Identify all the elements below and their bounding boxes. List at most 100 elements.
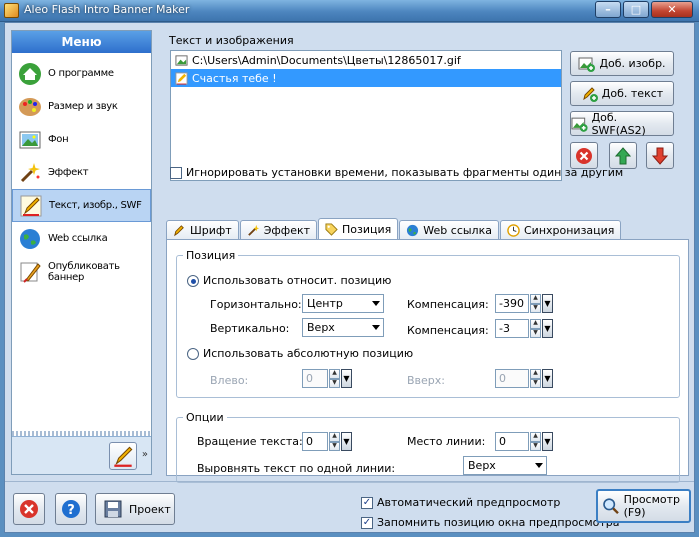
menu-item-web-link[interactable]: Web ссылка [12,222,151,255]
menu-item-label: Эффект [48,167,89,178]
rotation-input[interactable]: 0 [302,432,328,451]
relative-position-label: Использовать относит. позицию [203,274,392,287]
add-image-button[interactable]: Доб. изобр. [570,51,674,76]
spin-up-icon[interactable]: ▲ [530,319,541,329]
menu-item-publish[interactable]: Опубликовать баннер [12,255,151,288]
relative-position-radio[interactable] [187,275,199,287]
chevron-right-icon[interactable]: » [142,449,148,460]
line-place-spinner[interactable]: 0 ▲ ▼ ▼ [495,432,553,451]
v-compensation-spinner[interactable]: -3 ▲ ▼ ▼ [495,319,553,338]
h-compensation-label: Компенсация: [407,298,489,311]
v-compensation-label: Компенсация: [407,324,489,337]
top-spinner[interactable]: 0 ▲ ▼ ▼ [495,369,553,388]
checkbox-box[interactable] [170,166,182,179]
project-button[interactable]: Проект [95,493,175,525]
spin-dropdown-icon[interactable]: ▼ [341,432,352,451]
group-title: Позиция [183,249,239,262]
menu-item-background[interactable]: Фон [12,123,151,156]
help-button[interactable]: ? [55,493,87,525]
absolute-position-radio[interactable] [187,348,199,360]
line-place-label: Место линии: [407,435,486,448]
preview-button[interactable]: Просмотр (F9) [596,489,691,523]
menu-item-label: Фон [48,134,69,145]
add-swf-button[interactable]: Доб. SWF(AS2) [570,111,674,137]
align-select[interactable]: Верх [463,456,547,475]
spin-down-icon[interactable]: ▼ [530,303,541,313]
rotation-spinner[interactable]: 0 ▲ ▼ ▼ [302,432,352,451]
position-tab-page: Позиция Использовать относит. позицию Го… [166,239,689,483]
menu-item-about[interactable]: О программе [12,57,151,90]
tab-position[interactable]: Позиция [318,218,399,240]
main-window: Меню О программе Размер и звук Фон Эффек… [4,22,695,533]
pen-icon [20,195,42,216]
spin-up-icon[interactable]: ▲ [530,369,541,379]
help-icon: ? [62,500,80,518]
spin-up-icon[interactable]: ▲ [530,294,541,304]
h-compensation-input[interactable]: -390 [495,294,529,313]
checkbox-box[interactable]: ✓ [361,496,373,509]
add-text-button[interactable]: Доб. текст [570,81,674,106]
move-down-button[interactable] [646,142,674,169]
spin-up-icon[interactable]: ▲ [530,432,541,442]
spin-dropdown-icon[interactable]: ▼ [542,294,553,313]
h-compensation-spinner[interactable]: -390 ▲ ▼ ▼ [495,294,553,313]
title-bar: Aleo Flash Intro Banner Maker – □ ✕ [0,0,699,22]
image-icon [175,54,188,66]
group-title: Опции [183,411,227,424]
v-compensation-input[interactable]: -3 [495,319,529,338]
tab-sync[interactable]: Синхронизация [499,220,622,240]
spin-up-icon[interactable]: ▲ [329,369,340,379]
font-icon [174,225,184,237]
tab-web-link[interactable]: Web ссылка [399,220,499,240]
menu-item-effect[interactable]: Эффект [12,156,151,189]
list-item-label: C:\Users\Admin\Documents\Цветы\12865017.… [192,53,461,67]
list-item[interactable]: Счастья тебе ! [171,69,561,87]
ignore-time-checkbox[interactable]: Игнорировать установки времени, показыва… [170,166,623,179]
menu-item-size-sound[interactable]: Размер и звук [12,90,151,123]
app-icon [4,3,19,18]
brush-icon [20,262,41,283]
delete-item-button[interactable] [570,142,598,169]
tab-effect[interactable]: Эффект [239,220,318,240]
arrow-down-icon [652,147,668,165]
menu-item-label: О программе [48,68,114,79]
tag-icon [325,223,338,236]
spin-dropdown-icon[interactable]: ▼ [542,432,553,451]
spin-dropdown-icon[interactable]: ▼ [542,369,553,388]
menu-item-label: Опубликовать баннер [48,260,120,283]
spin-down-icon[interactable]: ▼ [530,328,541,338]
checkbox-box[interactable]: ✓ [361,516,373,529]
minimize-button[interactable]: – [595,1,621,18]
globe-icon [407,224,419,237]
list-item[interactable]: C:\Users\Admin\Documents\Цветы\12865017.… [171,51,561,69]
exit-button[interactable] [13,493,45,525]
spin-down-icon[interactable]: ▼ [329,378,340,388]
menu-item-text-image-swf[interactable]: Текст, изобр., SWF [12,189,151,222]
maximize-button[interactable]: □ [623,1,649,18]
close-window-button[interactable]: ✕ [651,1,693,18]
top-input[interactable]: 0 [495,369,529,388]
spin-down-icon[interactable]: ▼ [530,378,541,388]
line-place-input[interactable]: 0 [495,432,529,451]
left-spinner[interactable]: 0 ▲ ▼ ▼ [302,369,352,388]
menu-footer: » [12,431,151,474]
spin-dropdown-icon[interactable]: ▼ [341,369,352,388]
sparkle-icon [20,162,40,182]
horizontal-select[interactable]: Центр [302,294,384,313]
menu-panel: Меню О программе Размер и звук Фон Эффек… [11,30,152,475]
auto-preview-checkbox[interactable]: ✓ Автоматический предпросмотр [361,496,560,509]
spin-down-icon[interactable]: ▼ [329,441,340,451]
items-list[interactable]: C:\Users\Admin\Documents\Цветы\12865017.… [170,50,562,181]
vertical-select[interactable]: Верх [302,318,384,337]
svg-text:?: ? [67,503,75,518]
horizontal-label: Горизонтально: [210,298,302,311]
tab-font[interactable]: Шрифт [166,220,239,240]
move-up-button[interactable] [609,142,637,169]
left-input[interactable]: 0 [302,369,328,388]
menu-resize-grip[interactable] [12,431,151,436]
spin-up-icon[interactable]: ▲ [329,432,340,442]
spin-dropdown-icon[interactable]: ▼ [542,319,553,338]
remember-position-checkbox[interactable]: ✓ Запомнить позицию окна предпросмотра [361,516,620,529]
spin-down-icon[interactable]: ▼ [530,441,541,451]
pen-shortcut-button[interactable] [109,442,137,470]
